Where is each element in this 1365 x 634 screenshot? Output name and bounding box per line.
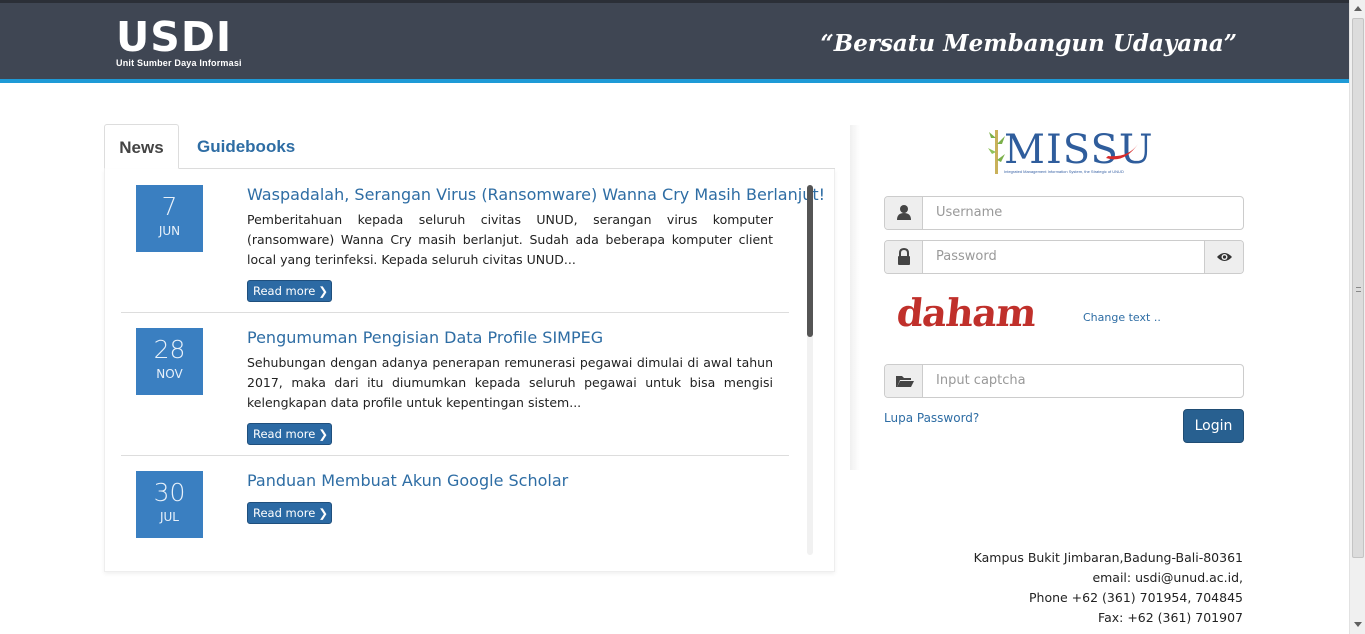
news-scroll-thumb[interactable] [807,185,813,337]
news-scrollbar[interactable] [807,185,813,555]
user-icon [897,205,911,220]
page-scrollbar[interactable] [1349,0,1365,634]
phone-line: Phone +62 (361) 701954, 704845 [1028,590,1243,605]
missu-logo-subtitle: Integrated Management Information System… [1004,169,1124,174]
folder-open-icon [896,376,914,387]
read-more-label: Read more [253,284,316,298]
read-more-button[interactable]: Read more ❯ [247,280,332,302]
site-header: USDI Unit Sumber Daya Informasi “Bersatu… [0,0,1349,83]
show-password-button[interactable] [1204,241,1243,273]
password-field[interactable]: Password [884,240,1244,274]
login-button[interactable]: Login [1183,409,1244,443]
captcha-addon [885,365,923,397]
news-item: 7 JUN Waspadalah, Serangan Virus (Ransom… [121,185,825,313]
tagline: “Bersatu Membangun Udayana” [820,30,1237,57]
tab-guidebooks[interactable]: Guidebooks [197,124,295,169]
swoosh-icon [1106,144,1138,160]
password-addon [885,241,923,273]
date-month: JUN [158,224,181,238]
read-more-button[interactable]: Read more ❯ [247,502,332,524]
tab-news[interactable]: News [104,124,179,169]
contact-address: Kampus Bukit Jimbaran,Badung-Bali-80361 … [974,548,1243,628]
lock-icon [898,247,910,265]
tab-bar: News Guidebooks [104,124,835,169]
chevron-right-icon: ❯ [318,284,328,298]
logo-subtitle: Unit Sumber Daya Informasi [116,58,242,68]
captcha-field[interactable]: Input captcha [884,364,1244,398]
captcha-input[interactable]: Input captcha [936,373,1026,388]
captcha-image: daham [894,290,1039,335]
chevron-right-icon: ❯ [318,506,328,520]
scroll-down-arrow-icon[interactable] [1354,622,1362,627]
date-badge: 28 NOV [136,328,203,395]
read-more-button[interactable]: Read more ❯ [247,423,332,445]
date-day: 30 [153,478,186,507]
panel-divider [850,125,860,470]
page-scroll-thumb[interactable] [1352,18,1364,558]
read-more-label: Read more [253,506,316,520]
read-more-label: Read more [253,427,316,441]
news-title[interactable]: Pengumuman Pengisian Data Profile SIMPEG [247,328,603,347]
news-excerpt: Sehubungan dengan adanya penerapan remun… [247,355,773,410]
date-month: NOV [156,367,183,381]
username-addon [885,197,923,229]
logo-main-text: USDI [116,13,233,61]
news-excerpt: Pemberitahuan kepada seluruh civitas UNU… [247,212,773,267]
email-line: email: usdi@unud.ac.id, [1092,570,1243,585]
usdi-logo[interactable]: USDI Unit Sumber Daya Informasi [116,13,242,69]
date-month: JUL [159,510,179,524]
eye-icon [1217,253,1232,261]
change-captcha-link[interactable]: Change text .. [1083,311,1161,324]
news-title[interactable]: Waspadalah, Serangan Virus (Ransomware) … [247,185,825,204]
chevron-right-icon: ❯ [318,427,328,441]
date-badge: 7 JUN [136,185,203,252]
news-item: 30 JUL Panduan Membuat Akun Google Schol… [121,471,789,551]
scroll-up-arrow-icon[interactable] [1354,6,1362,11]
address-line: Kampus Bukit Jimbaran,Badung-Bali-80361 [973,550,1243,565]
password-input[interactable]: Password [936,249,997,264]
news-title[interactable]: Panduan Membuat Akun Google Scholar [247,471,568,490]
date-day: 28 [153,335,186,364]
username-input[interactable]: Username [936,205,1002,220]
grip-icon [1356,287,1361,292]
forgot-password-link[interactable]: Lupa Password? [884,411,979,425]
news-item: 28 NOV Pengumuman Pengisian Data Profile… [121,328,789,456]
news-panel: News Guidebooks 7 JUN Waspadalah, Serang… [104,124,835,572]
news-list: 7 JUN Waspadalah, Serangan Virus (Ransom… [104,169,835,572]
date-day: 7 [161,192,178,221]
missu-logo: MISSU Integrated Management Information … [984,124,1153,179]
username-field[interactable]: Username [884,196,1244,230]
date-badge: 30 JUL [136,471,203,538]
fax-line: Fax: +62 (361) 701907 [1098,610,1243,625]
